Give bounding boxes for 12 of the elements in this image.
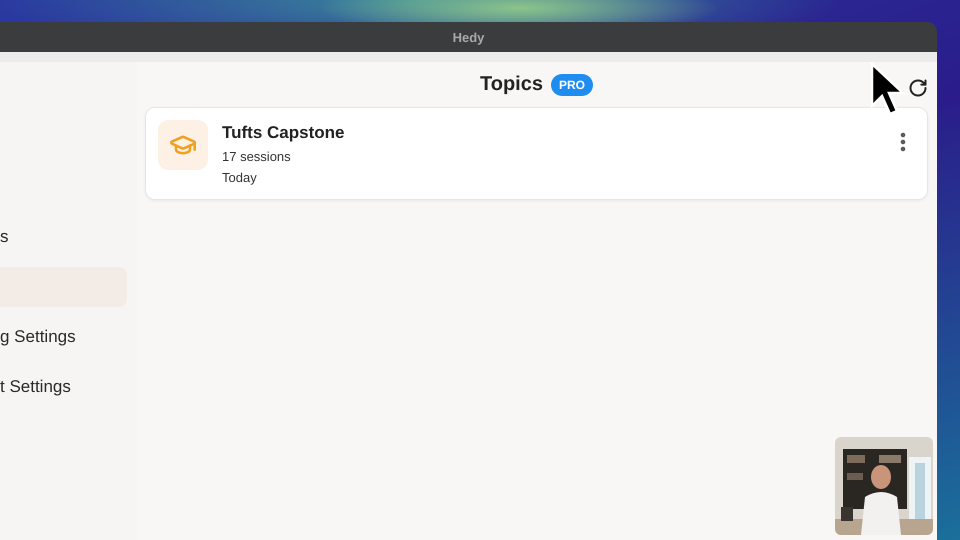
refresh-button[interactable] [908, 78, 928, 98]
sidebar-item[interactable]: s [0, 217, 127, 257]
pro-badge: PRO [550, 74, 593, 96]
sidebar-item[interactable]: t Settings [0, 367, 127, 407]
topic-title: Tufts Capstone [222, 123, 346, 143]
session-count: 17 sessions [222, 149, 292, 164]
sidebar-item[interactable]: g Settings [0, 317, 127, 357]
graduation-cap-icon [158, 120, 208, 170]
page-title: Topics [480, 73, 543, 96]
topic-card[interactable]: Tufts Capstone 17 sessions Today [145, 107, 928, 200]
topic-date: Today [222, 170, 258, 185]
window-title: Hedy [452, 30, 484, 44]
